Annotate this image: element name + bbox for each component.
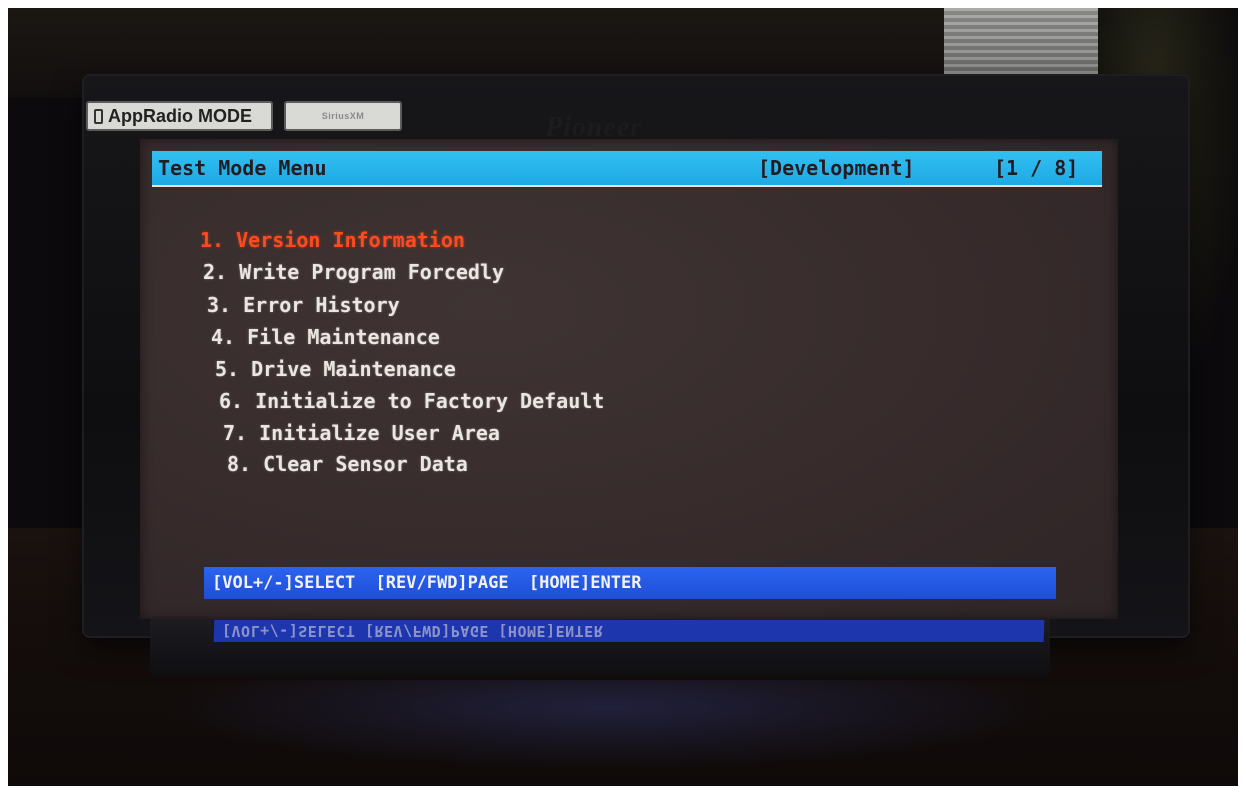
siriusxm-badge: SiriusXM bbox=[284, 101, 402, 131]
enter-hint: [HOME]ENTER bbox=[528, 573, 642, 593]
siriusxm-logo: SiriusXM bbox=[321, 111, 365, 121]
approadio-mode-badge: AppRadio MODE bbox=[86, 101, 273, 131]
select-hint: [VOL+/-]SELECT bbox=[212, 573, 356, 593]
menu-title: Test Mode Menu bbox=[158, 156, 327, 180]
menu-item-write-program-forcedly[interactable]: 2. Write Program Forcedly bbox=[203, 257, 504, 287]
table-reflection bbox=[158, 680, 1058, 770]
key-hint-bar: [VOL+/-]SELECT [REV/FWD]PAGE [HOME]ENTER bbox=[204, 567, 1056, 599]
phone-icon bbox=[94, 108, 103, 124]
key-hint-reflection-text: [VOL+/-]SELECT [REV/FWD]PAGE [HOME]ENTER bbox=[222, 622, 604, 640]
menu-item-clear-sensor-data[interactable]: 8. Clear Sensor Data bbox=[227, 449, 468, 479]
menu-item-drive-maintenance[interactable]: 5. Drive Maintenance bbox=[215, 354, 456, 384]
approadio-mode-label: AppRadio MODE bbox=[108, 105, 252, 126]
title-divider bbox=[152, 185, 1102, 187]
menu-item-version-information[interactable]: 1. Version Information bbox=[200, 225, 465, 255]
menu-item-file-maintenance[interactable]: 4. File Maintenance bbox=[211, 322, 440, 352]
display-screen: Test Mode Menu [Development] [1 / 8] 1. … bbox=[140, 139, 1118, 619]
page-hint: [REV/FWD]PAGE bbox=[375, 573, 509, 593]
title-bar: Test Mode Menu [Development] [1 / 8] bbox=[152, 151, 1102, 185]
menu-item-initialize-user-area[interactable]: 7. Initialize User Area bbox=[223, 418, 500, 448]
menu-item-initialize-factory-default[interactable]: 6. Initialize to Factory Default bbox=[219, 386, 604, 416]
page-indicator: [1 / 8] bbox=[994, 156, 1079, 180]
menu-item-error-history[interactable]: 3. Error History bbox=[207, 290, 400, 320]
mode-indicator: [Development] bbox=[758, 156, 915, 180]
